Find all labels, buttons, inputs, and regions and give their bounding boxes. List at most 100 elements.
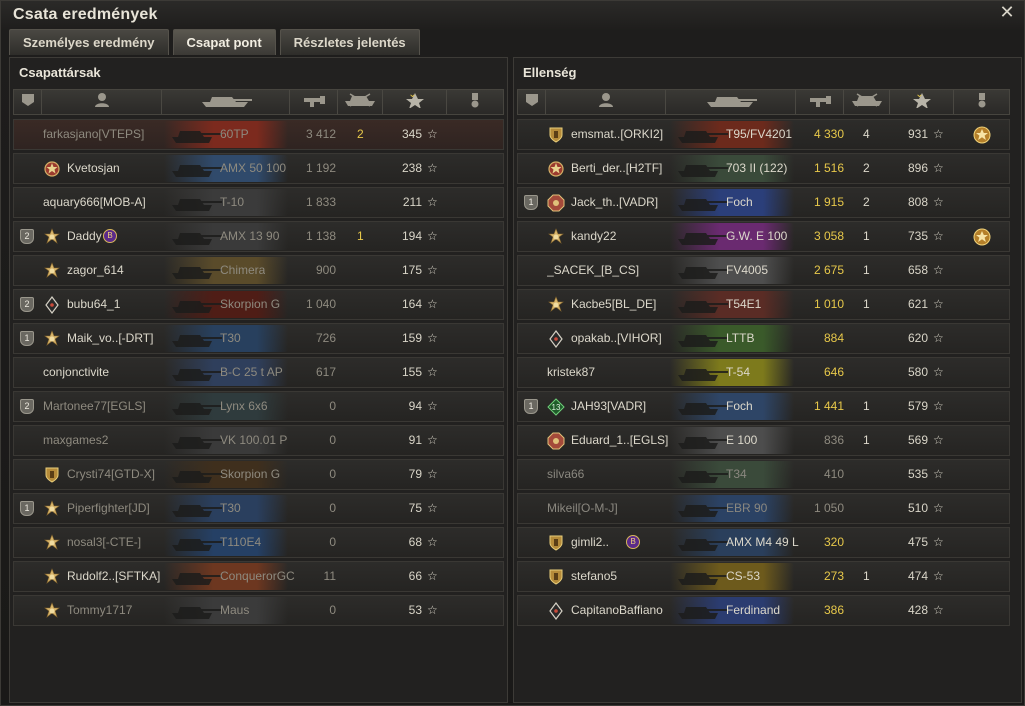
enemies-table-header: ⌄ — [517, 89, 1010, 115]
header-awards-column[interactable] — [447, 90, 503, 114]
header-damage-column[interactable] — [796, 90, 844, 114]
xp-star-icon: ☆ — [427, 263, 438, 277]
damage-value: 0 — [329, 467, 336, 481]
close-icon[interactable]: ✕ — [998, 3, 1016, 21]
tab-team-score[interactable]: Csapat pont — [172, 29, 276, 55]
kills-value: 1 — [863, 297, 870, 311]
header-platoon-column[interactable] — [518, 90, 546, 114]
tank-name: 60TP — [220, 127, 249, 141]
player-row[interactable]: kandy22 G.W. E 100 3 058 1 735 ☆ — [517, 221, 1010, 252]
player-row[interactable]: 2 bubu64_1 Skorpion G 1 040 164 ☆ — [13, 289, 504, 320]
damage-value: 1 192 — [305, 161, 336, 175]
platoon-badge-icon: 2 — [20, 229, 34, 244]
kills-icon — [342, 92, 378, 113]
player-row[interactable]: farkasjano[VTEPS] 60TP 3 412 2 345 ☆ — [13, 119, 504, 150]
player-row[interactable]: kristek87 T-54 646 580 ☆ — [517, 357, 1010, 388]
xp-value: 569 — [907, 433, 928, 447]
damage-value: 646 — [823, 365, 844, 379]
player-row[interactable]: Eduard_1..[EGLS] E 100 836 1 569 ☆ — [517, 425, 1010, 456]
xp-star-icon: ☆ — [933, 535, 944, 549]
tank-name: AMX M4 49 L — [726, 535, 799, 549]
player-name: conjonctivite — [43, 365, 110, 379]
player-row[interactable]: gimli2.. B AMX M4 49 L 320 475 ☆ — [517, 527, 1010, 558]
player-row[interactable]: 1 Piperfighter[JD] T30 0 75 ☆ — [13, 493, 504, 524]
kills-value: 1 — [863, 263, 870, 277]
tank-icon — [676, 159, 730, 178]
tank-name: Lynx 6x6 — [220, 399, 268, 413]
player-row[interactable]: Tommy1717 Maus 0 53 ☆ — [13, 595, 504, 626]
kills-value — [357, 188, 377, 217]
tab-detailed-report[interactable]: Részletes jelentés — [279, 29, 420, 55]
player-row[interactable]: Berti_der..[H2TF] 703 II (122) 1 516 2 896 ☆ — [517, 153, 1010, 184]
player-row[interactable]: CapitanoBaffiano Ferdinand 386 428 ☆ — [517, 595, 1010, 626]
header-xp-sort-column[interactable]: ⌄ — [890, 89, 954, 114]
header-tank-column[interactable] — [162, 90, 290, 114]
damage-value: 3 058 — [813, 229, 844, 243]
xp-star-icon: ☆ — [933, 603, 944, 617]
xp-value: 68 — [408, 535, 422, 549]
player-row[interactable]: Kacbe5[BL_DE] T54E1 1 010 1 621 ☆ — [517, 289, 1010, 320]
damage-icon — [807, 92, 833, 113]
header-awards-column[interactable] — [954, 90, 1009, 114]
player-name: Martonee77[EGLS] — [43, 399, 146, 413]
tank-name: Chimera — [220, 263, 266, 277]
player-row[interactable]: emsmat..[ORKI2] T95/FV4201 4 330 4 931 ☆ — [517, 119, 1010, 150]
damage-value: 0 — [329, 433, 336, 447]
player-row[interactable]: 2 Martonee77[EGLS] Lynx 6x6 0 94 ☆ — [13, 391, 504, 422]
tank-icon — [676, 533, 730, 552]
tab-personal-results[interactable]: Személyes eredmény — [9, 29, 169, 55]
tab-bar: Személyes eredmény Csapat pont Részletes… — [9, 29, 420, 55]
player-row[interactable]: 1 Maik_vo..[-DRT] T30 726 159 ☆ — [13, 323, 504, 354]
player-row[interactable]: maxgames2 VK 100.01 P 0 91 ☆ — [13, 425, 504, 456]
player-row[interactable]: 2 Daddy B AMX 13 90 1 138 1 194 ☆ — [13, 221, 504, 252]
gold-medal-icon[interactable] — [973, 126, 991, 144]
xp-value: 621 — [907, 297, 928, 311]
player-row[interactable]: Mikeil[O-M-J] EBR 90 1 050 510 ☆ — [517, 493, 1010, 524]
tank-name: CS-53 — [726, 569, 761, 583]
header-kills-column[interactable] — [338, 90, 383, 114]
player-row[interactable]: Crysti74[GTD-X] Skorpion G 0 79 ☆ — [13, 459, 504, 490]
tank-name: Ferdinand — [726, 603, 781, 617]
header-kills-column[interactable] — [844, 90, 890, 114]
kills-value: 1 — [863, 433, 870, 447]
player-row[interactable]: 1 Jack_th..[VADR] Foch 1 915 2 808 ☆ — [517, 187, 1010, 218]
platoon-badge-icon: 1 — [20, 331, 34, 346]
damage-value: 2 675 — [813, 263, 844, 277]
tank-name: G.W. E 100 — [726, 229, 788, 243]
gold-medal-icon[interactable] — [973, 228, 991, 246]
xp-value: 896 — [907, 161, 928, 175]
star-medal-icon — [43, 228, 61, 246]
player-row[interactable]: opakab..[VIHOR] LTTB 884 620 ☆ — [517, 323, 1010, 354]
header-xp-sort-column[interactable]: ⌄ — [383, 89, 447, 114]
player-row[interactable]: aquary666[MOB-A] T-10 1 833 211 ☆ — [13, 187, 504, 218]
header-platoon-column[interactable] — [14, 90, 42, 114]
player-name: emsmat..[ORKI2] — [571, 127, 664, 141]
player-name: kandy22 — [571, 229, 617, 243]
header-player-column[interactable] — [546, 90, 666, 114]
player-row[interactable]: Rudolf2..[SFTKA] ConquerorGC 11 66 ☆ — [13, 561, 504, 592]
xp-star-icon: ☆ — [427, 535, 438, 549]
player-row[interactable]: 1 13 JAH93[VADR] Foch 1 441 1 579 ☆ — [517, 391, 1010, 422]
star-medal-icon — [43, 534, 61, 552]
header-tank-column[interactable] — [666, 90, 796, 114]
player-row[interactable]: nosal3[-CTE-] T110E4 0 68 ☆ — [13, 527, 504, 558]
xp-star-icon: ☆ — [427, 161, 438, 175]
player-name: stefano5 — [571, 569, 618, 583]
player-row[interactable]: silva66 T34 410 535 ☆ — [517, 459, 1010, 490]
platoon-icon — [519, 92, 545, 113]
player-icon — [89, 92, 115, 113]
player-row[interactable]: _SACEK_[B_CS] FV4005 2 675 1 658 ☆ — [517, 255, 1010, 286]
player-row[interactable]: Kvetosjan AMX 50 100 1 192 238 ☆ — [13, 153, 504, 184]
player-row[interactable]: zagor_614 Chimera 900 175 ☆ — [13, 255, 504, 286]
player-name: farkasjano[VTEPS] — [43, 127, 145, 141]
header-damage-column[interactable] — [290, 90, 338, 114]
kills-value — [863, 528, 883, 557]
star-medal-icon — [547, 296, 565, 314]
player-row[interactable]: stefano5 CS-53 273 1 474 ☆ — [517, 561, 1010, 592]
tank-name: T34 — [726, 467, 747, 481]
tank-icon — [676, 465, 730, 484]
header-player-column[interactable] — [42, 90, 162, 114]
player-name: Rudolf2..[SFTKA] — [67, 569, 161, 583]
player-row[interactable]: conjonctivite B-C 25 t AP 617 155 ☆ — [13, 357, 504, 388]
tank-icon — [170, 465, 224, 484]
